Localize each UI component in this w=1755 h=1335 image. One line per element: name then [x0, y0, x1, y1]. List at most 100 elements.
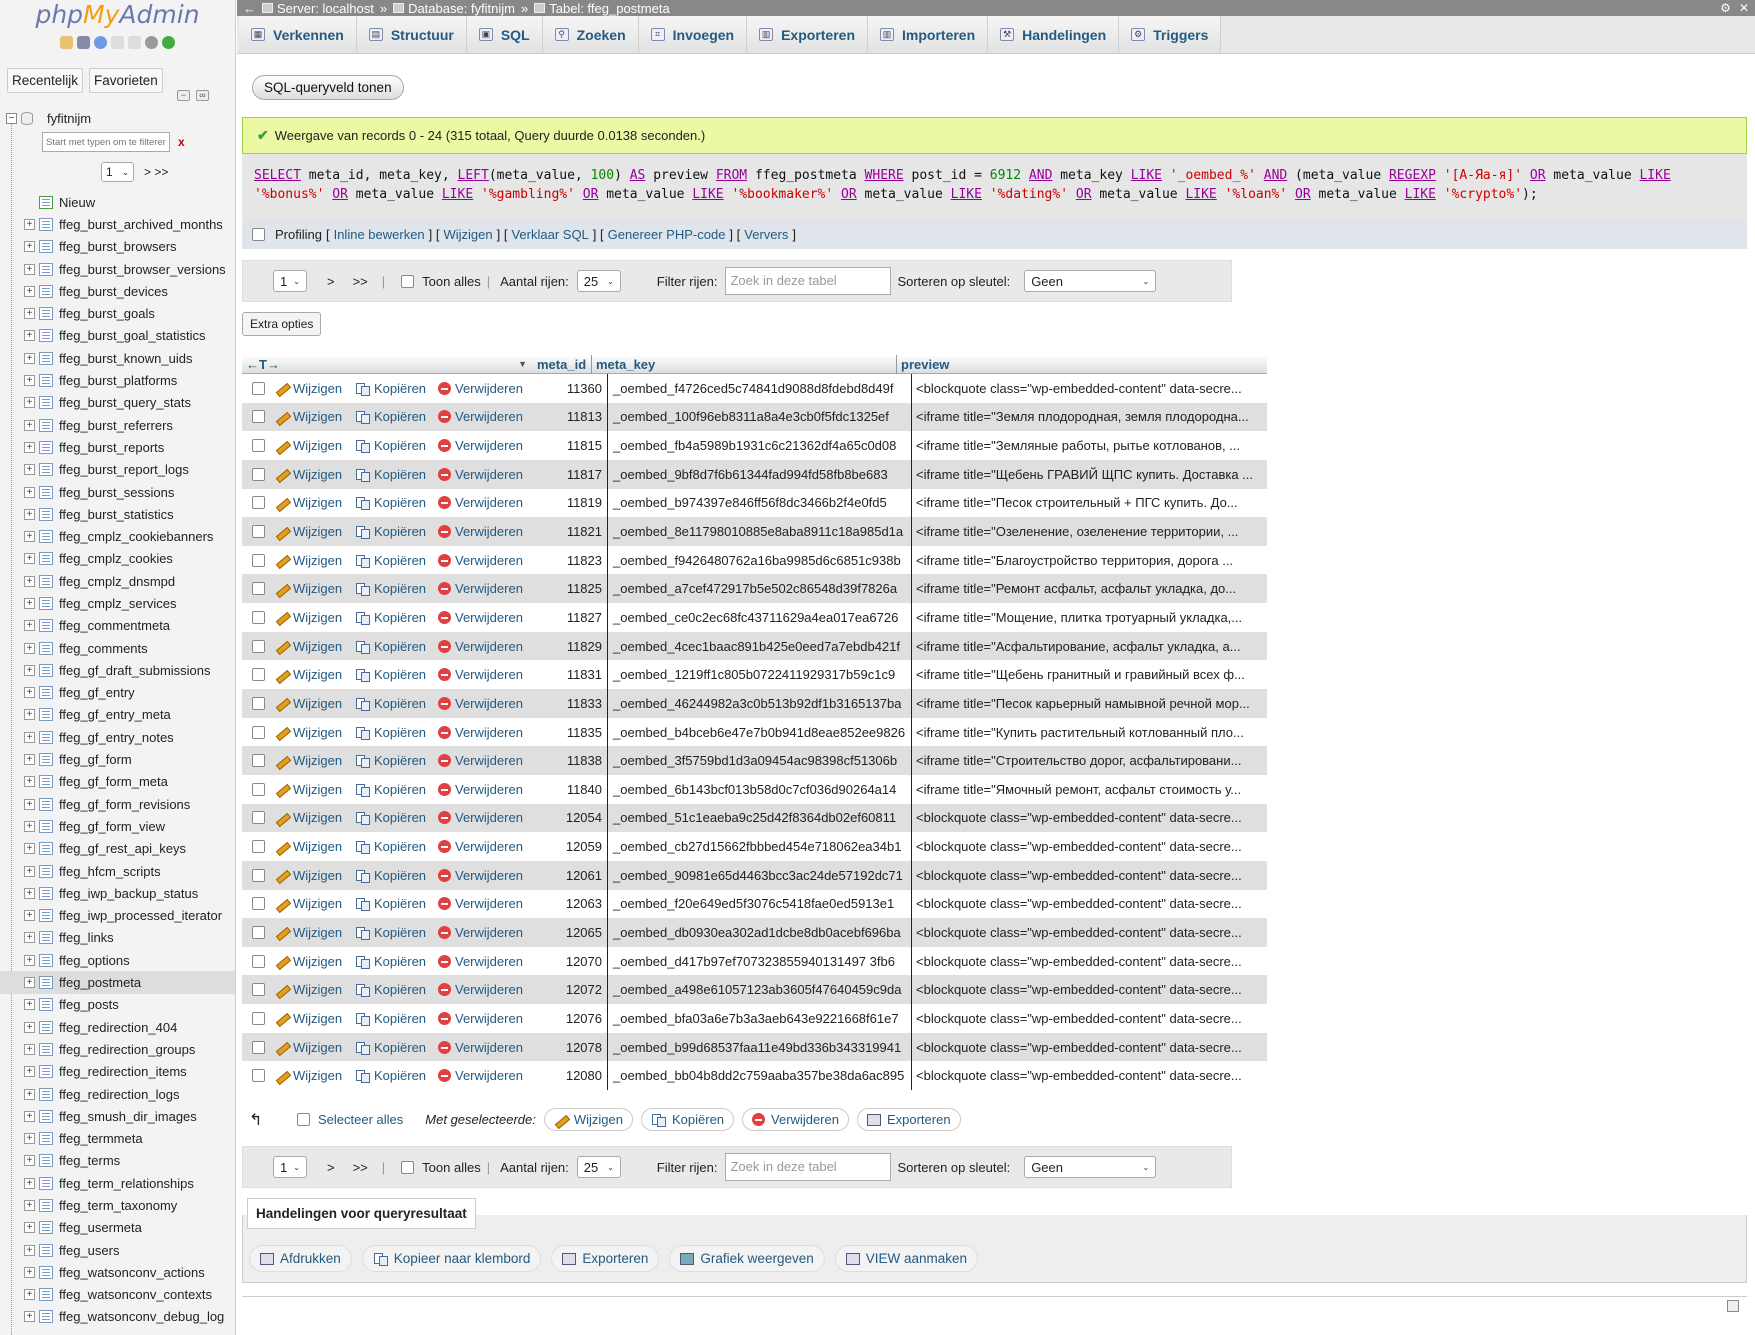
- tree-item-label[interactable]: ffeg_redirection_groups: [59, 1042, 195, 1057]
- cell-meta-id[interactable]: 11835: [533, 725, 607, 740]
- row-checkbox[interactable]: [252, 725, 265, 739]
- cell-meta-key[interactable]: _oembed_b99d68537faa11e49bd336b343319941: [607, 1032, 912, 1062]
- row-copy-button[interactable]: Kopiëren: [355, 639, 438, 654]
- tree-item-table[interactable]: + ffeg_redirection_404: [0, 1016, 235, 1038]
- tab-export[interactable]: ▥ Exporteren: [747, 16, 869, 53]
- cell-meta-key[interactable]: _oembed_90981e65d4463bcc3ac24de57192dc71: [607, 860, 912, 890]
- cell-preview[interactable]: <blockquote class="wp-embedded-content" …: [912, 868, 1264, 883]
- cell-meta-key[interactable]: _oembed_9bf8d7f6b61344fad994fd58fb8be683: [607, 459, 912, 489]
- tree-item-table[interactable]: + ffeg_burst_report_logs: [0, 459, 235, 481]
- row-edit-button[interactable]: Wijzigen: [275, 639, 355, 654]
- tree-item-table[interactable]: + ffeg_burst_goal_statistics: [0, 325, 235, 347]
- collapse-all-icon[interactable]: −: [177, 90, 190, 101]
- help-icon[interactable]: [94, 36, 107, 49]
- row-edit-button[interactable]: Wijzigen: [275, 553, 355, 568]
- cell-meta-key[interactable]: _oembed_51c1eaeba9c25d42f8364db02ef60811: [607, 803, 912, 833]
- table-filter-input[interactable]: [42, 132, 170, 152]
- tree-item-label[interactable]: ffeg_burst_reports: [59, 440, 164, 455]
- tree-item-label[interactable]: ffeg_redirection_logs: [59, 1087, 179, 1102]
- row-copy-button[interactable]: Kopiëren: [355, 438, 438, 454]
- row-edit-button[interactable]: Wijzigen: [275, 438, 355, 453]
- tree-item-label[interactable]: ffeg_cmplz_cookiebanners: [59, 529, 213, 544]
- expand-icon[interactable]: +: [24, 330, 35, 342]
- inline-edit-link[interactable]: Inline bewerken: [334, 227, 425, 242]
- row-delete-button[interactable]: Verwijderen: [438, 839, 533, 854]
- tree-item-label[interactable]: ffeg_term_relationships: [59, 1176, 194, 1191]
- row-copy-button[interactable]: Kopiëren: [355, 954, 438, 969]
- tab-operations[interactable]: ⚒ Handelingen: [988, 16, 1120, 53]
- tree-item-label[interactable]: ffeg_options: [59, 953, 130, 968]
- row-edit-button[interactable]: Wijzigen: [275, 925, 355, 940]
- tab-search[interactable]: ⚲ Zoeken: [542, 16, 639, 53]
- row-copy-button[interactable]: Kopiëren: [355, 868, 438, 883]
- cell-meta-id[interactable]: 11821: [533, 524, 607, 539]
- tree-item-label[interactable]: ffeg_gf_entry_meta: [59, 707, 171, 722]
- row-copy-button[interactable]: Kopiëren: [355, 1040, 438, 1055]
- row-edit-button[interactable]: Wijzigen: [275, 495, 355, 510]
- extra-options-button[interactable]: Extra opties: [242, 312, 322, 336]
- tree-item-table[interactable]: + ffeg_burst_devices: [0, 280, 235, 302]
- chart-button[interactable]: Grafiek weergeven: [669, 1245, 825, 1272]
- tree-item-label[interactable]: ffeg_burst_known_uids: [59, 351, 192, 366]
- cell-meta-key[interactable]: _oembed_3f5759bd1d3a09454ac98398cf51306b: [607, 746, 912, 775]
- expand-icon[interactable]: +: [24, 820, 35, 832]
- tree-item-table[interactable]: + ffeg_usermeta: [0, 1217, 235, 1239]
- row-checkbox[interactable]: [252, 525, 265, 539]
- row-delete-button[interactable]: Verwijderen: [438, 954, 533, 969]
- tree-item-table[interactable]: + ffeg_comments: [0, 637, 235, 659]
- tree-item-table[interactable]: + ffeg_gf_entry_meta: [0, 704, 235, 726]
- cell-preview[interactable]: <blockquote class="wp-embedded-content" …: [912, 810, 1264, 825]
- cell-meta-key[interactable]: _oembed_a7cef472917b5e502c86548d39f7826a: [607, 574, 912, 604]
- tree-item-label[interactable]: ffeg_gf_form_revisions: [59, 797, 190, 812]
- cell-preview[interactable]: <iframe title="Земля плодородная, земля …: [912, 409, 1264, 424]
- tree-item-label[interactable]: ffeg_gf_form_view: [59, 819, 165, 834]
- tree-item-label[interactable]: ffeg_burst_query_stats: [59, 395, 191, 410]
- tree-item-table[interactable]: + ffeg_postmeta: [0, 971, 235, 994]
- cell-preview[interactable]: <iframe title="Щебень ГРАВИЙ ЩПС купить.…: [912, 467, 1264, 482]
- row-edit-button[interactable]: Wijzigen: [275, 667, 355, 682]
- tree-item-table[interactable]: + ffeg_smush_dir_images: [0, 1105, 235, 1127]
- gear-icon[interactable]: [145, 36, 158, 49]
- exit-icon[interactable]: [77, 36, 90, 49]
- cell-meta-key[interactable]: _oembed_100f96eb8311a8a4e3cb0f5fdc1325ef: [607, 402, 912, 432]
- row-checkbox[interactable]: [252, 1011, 265, 1025]
- bulk-delete-button[interactable]: Verwijderen: [742, 1108, 849, 1131]
- crumb-server[interactable]: Server: localhost: [262, 1, 374, 16]
- row-edit-button[interactable]: Wijzigen: [275, 467, 355, 482]
- row-copy-button[interactable]: Kopiëren: [355, 524, 438, 540]
- edit-link[interactable]: Wijzigen: [444, 227, 493, 242]
- tree-item-table[interactable]: + ffeg_termmeta: [0, 1127, 235, 1149]
- tree-item-label[interactable]: ffeg_usermeta: [59, 1220, 142, 1235]
- row-copy-button[interactable]: Kopiëren: [355, 725, 438, 740]
- expand-icon[interactable]: +: [24, 731, 35, 743]
- tree-item-label[interactable]: ffeg_burst_goals: [59, 306, 155, 321]
- tree-item-label[interactable]: ffeg_burst_browsers: [59, 239, 177, 254]
- tree-item-table[interactable]: + ffeg_burst_goals: [0, 302, 235, 324]
- expand-icon[interactable]: +: [24, 776, 35, 788]
- expand-icon[interactable]: +: [24, 263, 35, 275]
- tree-item-table[interactable]: + ffeg_burst_platforms: [0, 369, 235, 391]
- tree-item-new[interactable]: Nieuw: [0, 191, 235, 213]
- tree-item-label[interactable]: ffeg_iwp_processed_iterator: [59, 908, 222, 923]
- tree-item-table[interactable]: + ffeg_iwp_processed_iterator: [0, 905, 235, 927]
- expand-icon[interactable]: +: [24, 464, 35, 476]
- tree-item-label[interactable]: ffeg_burst_archived_months: [59, 217, 223, 232]
- cell-preview[interactable]: <iframe title="Строительство дорог, асфа…: [912, 753, 1264, 768]
- expand-icon[interactable]: +: [24, 1266, 35, 1278]
- filter-rows-input[interactable]: Zoek in deze tabel: [725, 267, 892, 295]
- row-copy-button[interactable]: Kopiëren: [355, 495, 438, 511]
- row-checkbox[interactable]: [252, 840, 265, 854]
- cell-meta-id[interactable]: 12061: [533, 868, 607, 883]
- sidebar-next-page[interactable]: > >>: [144, 165, 168, 179]
- expand-icon[interactable]: +: [24, 1110, 35, 1122]
- cell-meta-key[interactable]: _oembed_f4726ced5c74841d9088d8fdebd8d49f: [607, 374, 912, 403]
- cell-meta-id[interactable]: 12059: [533, 839, 607, 854]
- link-icon[interactable]: ∞: [196, 90, 209, 101]
- tab-insert[interactable]: ⌗ Invoegen: [638, 16, 748, 53]
- expand-icon[interactable]: +: [24, 709, 35, 721]
- row-checkbox[interactable]: [252, 467, 265, 481]
- row-edit-button[interactable]: Wijzigen: [275, 868, 355, 883]
- bulk-export-button[interactable]: Exporteren: [856, 1108, 961, 1131]
- expand-icon[interactable]: +: [24, 241, 35, 253]
- row-edit-button[interactable]: Wijzigen: [275, 581, 355, 596]
